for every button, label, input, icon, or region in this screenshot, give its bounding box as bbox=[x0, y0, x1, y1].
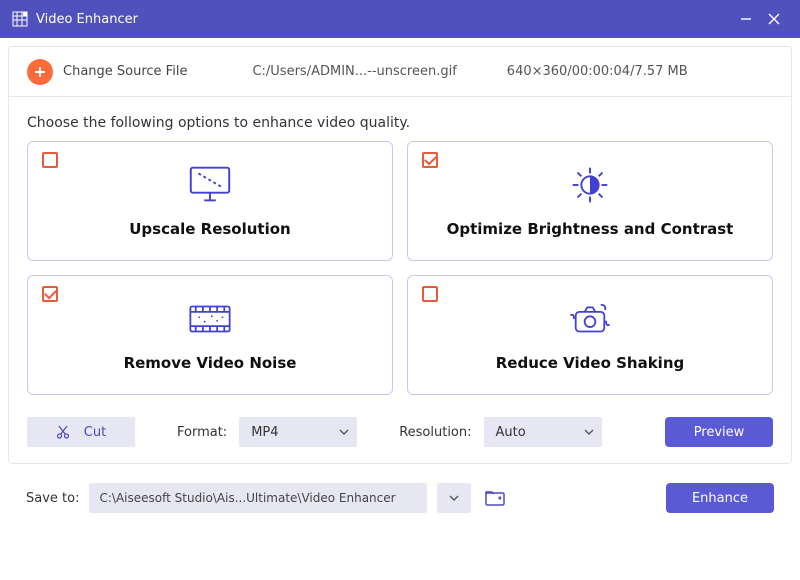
window-title: Video Enhancer bbox=[36, 12, 732, 27]
resolution-dropdown[interactable]: Auto bbox=[484, 417, 602, 447]
option-upscale-resolution[interactable]: Upscale Resolution bbox=[27, 141, 393, 261]
chevron-down-icon bbox=[339, 429, 349, 435]
chevron-down-icon bbox=[584, 429, 594, 435]
resolution-label: Resolution: bbox=[399, 425, 471, 440]
cut-button[interactable]: Cut bbox=[27, 417, 135, 447]
main-content: Change Source File C:/Users/ADMIN...--un… bbox=[8, 46, 792, 464]
save-path-field[interactable]: C:\Aiseesoft Studio\Ais...Ultimate\Video… bbox=[89, 483, 427, 513]
chevron-down-icon bbox=[449, 495, 459, 501]
scissors-icon bbox=[56, 425, 70, 439]
format-dropdown[interactable]: MP4 bbox=[239, 417, 357, 447]
change-source-link[interactable]: Change Source File bbox=[63, 64, 187, 79]
cut-label: Cut bbox=[84, 425, 106, 440]
source-row: Change Source File C:/Users/ADMIN...--un… bbox=[9, 47, 791, 97]
format-label: Format: bbox=[177, 425, 227, 440]
save-to-label: Save to: bbox=[26, 491, 79, 506]
controls-row: Cut Format: MP4 Resolution: Auto Preview bbox=[9, 409, 791, 463]
bottom-bar: Save to: C:\Aiseesoft Studio\Ais...Ultim… bbox=[0, 472, 800, 524]
option-remove-noise[interactable]: Remove Video Noise bbox=[27, 275, 393, 395]
checkbox-brightness[interactable] bbox=[422, 152, 438, 168]
instructions-text: Choose the following options to enhance … bbox=[9, 97, 791, 141]
film-noise-icon bbox=[185, 298, 235, 340]
option-label: Reduce Video Shaking bbox=[496, 354, 685, 372]
save-path-dropdown[interactable] bbox=[437, 483, 471, 513]
close-button[interactable] bbox=[760, 5, 788, 33]
checkbox-shaking[interactable] bbox=[422, 286, 438, 302]
add-file-button[interactable] bbox=[27, 59, 53, 85]
monitor-icon bbox=[185, 164, 235, 206]
preview-button[interactable]: Preview bbox=[665, 417, 773, 447]
format-value: MP4 bbox=[251, 425, 278, 440]
minimize-button[interactable] bbox=[732, 5, 760, 33]
checkbox-noise[interactable] bbox=[42, 286, 58, 302]
titlebar: Video Enhancer bbox=[0, 0, 800, 38]
option-reduce-shaking[interactable]: Reduce Video Shaking bbox=[407, 275, 773, 395]
open-folder-button[interactable] bbox=[481, 484, 509, 512]
option-label: Upscale Resolution bbox=[129, 220, 290, 238]
source-path: C:/Users/ADMIN...--unscreen.gif bbox=[252, 64, 456, 79]
folder-icon bbox=[485, 490, 505, 506]
option-brightness-contrast[interactable]: Optimize Brightness and Contrast bbox=[407, 141, 773, 261]
source-meta: 640×360/00:00:04/7.57 MB bbox=[507, 64, 688, 79]
enhance-button[interactable]: Enhance bbox=[666, 483, 774, 513]
options-grid: Upscale Resolution Optimize Brightness a… bbox=[9, 141, 791, 409]
app-icon bbox=[12, 11, 28, 27]
option-label: Optimize Brightness and Contrast bbox=[447, 220, 734, 238]
resolution-value: Auto bbox=[496, 425, 526, 440]
option-label: Remove Video Noise bbox=[124, 354, 297, 372]
camera-shake-icon bbox=[565, 298, 615, 340]
brightness-icon bbox=[565, 164, 615, 206]
checkbox-upscale[interactable] bbox=[42, 152, 58, 168]
